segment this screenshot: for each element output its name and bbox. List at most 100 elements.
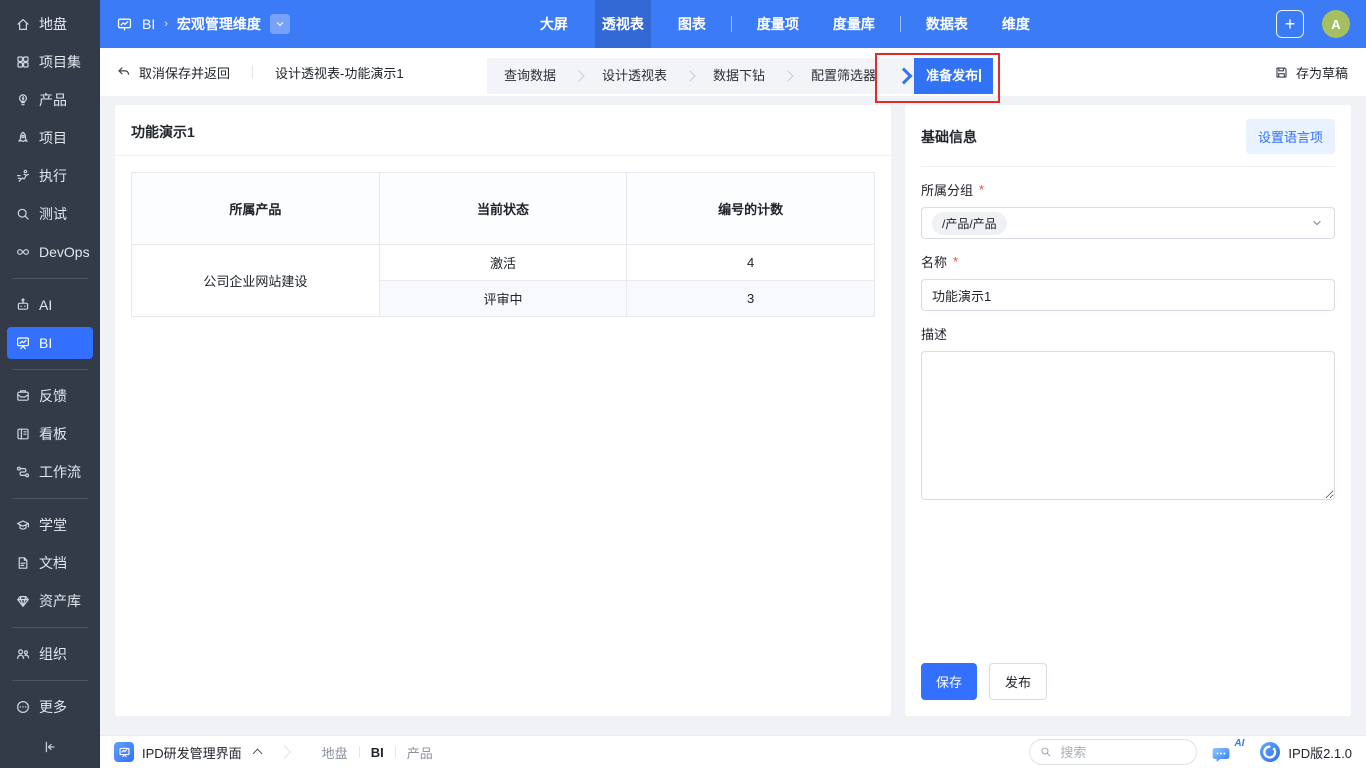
sidebar-item-projects[interactable]: 项目集 — [0, 43, 100, 81]
step-configure-filters[interactable]: 配置筛选器 — [794, 58, 893, 94]
collapse-icon — [42, 739, 58, 755]
sidebar-item-label: 测试 — [39, 204, 67, 224]
step-drill-down[interactable]: 数据下钻 — [696, 58, 782, 94]
search-box[interactable] — [1029, 739, 1197, 765]
group-select[interactable]: /产品/产品 — [921, 207, 1335, 239]
users-icon — [15, 646, 31, 662]
sidebar-item-kanban[interactable]: 看板 — [0, 415, 100, 453]
sidebar-item-home[interactable]: 地盘 — [0, 5, 100, 43]
sidebar-item-assets[interactable]: 资产库 — [0, 582, 100, 620]
nav-dashboard[interactable]: 大屏 — [533, 0, 575, 48]
step-query-data[interactable]: 查询数据 — [487, 58, 573, 94]
ai-chat-button[interactable]: AI — [1212, 740, 1244, 764]
footer-crumb-bi[interactable]: BI — [371, 745, 384, 760]
cancel-and-return-button[interactable]: 取消保存并返回 — [116, 63, 230, 82]
footer-crumb-home[interactable]: 地盘 — [322, 743, 348, 762]
save-icon — [1274, 65, 1289, 80]
nav-divider — [900, 16, 901, 32]
footer-crumb-product[interactable]: 产品 — [407, 743, 433, 762]
sidebar-item-more[interactable]: 更多 — [0, 688, 100, 726]
publish-button[interactable]: 发布 — [989, 663, 1047, 700]
sidebar-item-execute[interactable]: 执行 — [0, 157, 100, 195]
nav-pivot-table[interactable]: 透视表 — [595, 0, 651, 48]
nav-data-table[interactable]: 数据表 — [919, 0, 975, 48]
sidebar-item-docs[interactable]: 文档 — [0, 544, 100, 582]
nav-dimension[interactable]: 维度 — [995, 0, 1037, 48]
breadcrumb-page: 宏观管理维度 — [177, 14, 261, 34]
avatar[interactable]: A — [1322, 10, 1350, 38]
workflow-icon — [15, 464, 31, 480]
sidebar-item-label: 文档 — [39, 553, 67, 573]
nav-charts[interactable]: 图表 — [671, 0, 713, 48]
save-button[interactable]: 保存 — [921, 663, 977, 700]
version-label: IPD版2.1.0 — [1288, 743, 1352, 762]
sidebar-item-org[interactable]: 组织 — [0, 635, 100, 673]
sidebar-item-workflow[interactable]: 工作流 — [0, 453, 100, 491]
pivot-toolbar: 取消保存并返回 设计透视表-功能演示1 查询数据 设计透视表 数据下钻 配置筛选… — [100, 48, 1366, 97]
table-row: 公司企业网站建设 激活 4 — [132, 245, 875, 281]
nav-divider — [731, 16, 732, 32]
sidebar-item-test[interactable]: 测试 — [0, 195, 100, 233]
breadcrumb-separator: › — [164, 18, 168, 30]
search-icon — [15, 206, 31, 222]
sidebar-item-ai[interactable]: AI — [0, 286, 100, 324]
sidebar-item-devops[interactable]: DevOps — [0, 233, 100, 271]
pivot-title: 设计透视表-功能演示1 — [275, 63, 404, 82]
brand-logo-icon — [1259, 741, 1281, 763]
footer-right: AI IPD版2.1.0 — [1029, 739, 1352, 765]
sidebar-item-feedback[interactable]: 反馈 — [0, 377, 100, 415]
breadcrumb: BI › 宏观管理维度 — [100, 14, 290, 34]
app-switcher[interactable]: IPD研发管理界面 — [114, 742, 261, 762]
step-chevron-icon — [573, 70, 584, 81]
chevron-up-icon — [252, 749, 262, 759]
top-header: BI › 宏观管理维度 大屏 透视表 图表 度量项 度量库 数据表 维度 + A — [100, 0, 1366, 48]
bi-app-icon — [116, 16, 133, 33]
infinity-icon — [15, 244, 31, 260]
cancel-and-return-label: 取消保存并返回 — [139, 63, 230, 82]
panel-title: 基础信息 — [921, 127, 977, 147]
footer-bar: IPD研发管理界面 地盘 BI 产品 AI IPD版2.1.0 — [100, 735, 1366, 768]
name-label: 名称 * — [921, 252, 1335, 271]
active-step-label: 准备发布 — [914, 58, 993, 94]
add-button[interactable]: + — [1276, 10, 1304, 38]
bi-board-icon — [15, 335, 31, 351]
step-chevron-icon — [684, 70, 695, 81]
group-value-tag: /产品/产品 — [932, 212, 1007, 235]
sidebar-divider — [12, 627, 88, 628]
sidebar-item-product[interactable]: 产品 — [0, 81, 100, 119]
save-as-draft-button[interactable]: 存为草稿 — [1274, 63, 1366, 82]
step-design-pivot[interactable]: 设计透视表 — [585, 58, 684, 94]
sidebar-divider — [12, 680, 88, 681]
cell-status: 评审中 — [379, 281, 627, 317]
pivot-table-wrap: 所属产品 当前状态 编号的计数 公司企业网站建设 激活 4 评审中 3 — [115, 156, 891, 333]
description-label-text: 描述 — [921, 324, 947, 343]
basic-info-panel: 基础信息 设置语言项 所属分组 * /产品/产品 名称 * 描述 保存 发布 — [905, 105, 1351, 716]
page-switch-dropdown[interactable] — [270, 14, 290, 34]
nav-measure-lib[interactable]: 度量库 — [826, 0, 882, 48]
nav-measure-item[interactable]: 度量项 — [750, 0, 806, 48]
more-icon — [15, 699, 31, 715]
app-switcher-label: IPD研发管理界面 — [142, 743, 242, 762]
column-header-count: 编号的计数 — [627, 173, 875, 245]
sidebar-item-school[interactable]: 学堂 — [0, 506, 100, 544]
sidebar-item-project[interactable]: 项目 — [0, 119, 100, 157]
description-label: 描述 — [921, 324, 1335, 343]
active-step-arrow-icon — [896, 68, 913, 85]
grid-icon — [15, 54, 31, 70]
sidebar-item-label: 项目 — [39, 128, 67, 148]
footer-divider — [395, 746, 396, 758]
save-as-draft-label: 存为草稿 — [1296, 63, 1348, 82]
cell-product: 公司企业网站建设 — [132, 245, 380, 317]
breadcrumb-app[interactable]: BI — [142, 16, 155, 32]
required-mark: * — [979, 182, 984, 197]
description-textarea[interactable] — [921, 351, 1335, 500]
set-language-button[interactable]: 设置语言项 — [1246, 119, 1335, 154]
required-mark: * — [953, 254, 958, 269]
search-input[interactable] — [1058, 744, 1186, 761]
sidebar-item-bi[interactable]: BI — [7, 327, 93, 359]
name-input[interactable] — [921, 279, 1335, 311]
step-ready-to-publish[interactable]: 准备发布 — [898, 58, 993, 94]
pivot-preview-title: 功能演示1 — [115, 105, 891, 156]
sidebar-collapse-button[interactable] — [0, 726, 100, 768]
sidebar-divider — [12, 498, 88, 499]
